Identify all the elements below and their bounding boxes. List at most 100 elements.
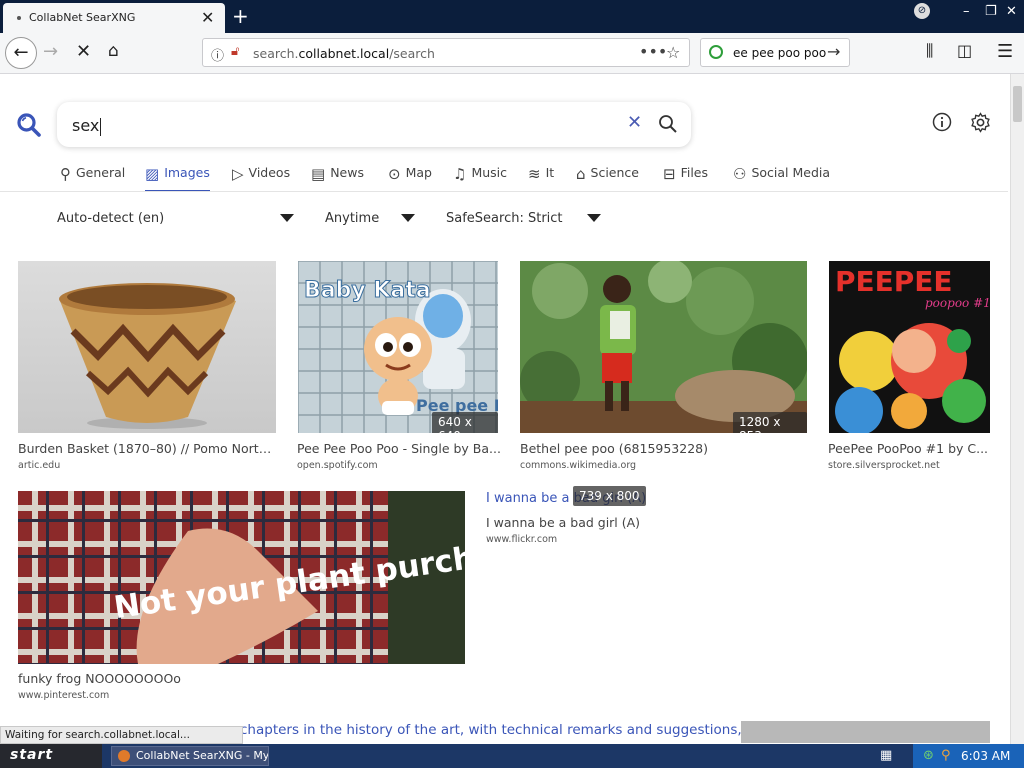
tab-label: Videos <box>248 165 291 180</box>
close-window-button[interactable]: ✕ <box>1006 4 1017 19</box>
tab-general[interactable]: ⚲ General <box>60 165 125 183</box>
map-pin-icon: ⊙ <box>388 165 401 183</box>
safesearch-dropdown-arrow-icon[interactable] <box>587 214 601 222</box>
result-title[interactable]: funky frog NOOOOOOOOo <box>18 671 278 686</box>
language-dropdown-arrow-icon[interactable] <box>280 214 294 222</box>
graduation-cap-icon: ⌂ <box>576 165 586 183</box>
result-image-funky-frog[interactable]: Not your plant purchase? <box>18 491 465 664</box>
library-icon[interactable]: ⫼ <box>926 41 933 61</box>
partial-result-image[interactable] <box>741 721 990 743</box>
settings-gear-icon[interactable] <box>970 112 991 137</box>
image-size-badge: 1280 x 853 <box>733 412 807 433</box>
poopoo-comic-subtitle-text: poopoo #1 <box>925 296 990 310</box>
result-title[interactable]: Pee Pee Poo Poo - Single by Ba... <box>297 441 501 456</box>
clock: 6:03 AM <box>961 749 1011 763</box>
tab-map[interactable]: ⊙ Map <box>388 165 432 183</box>
tab-loading-dot-icon <box>17 16 21 20</box>
result-image-bethel[interactable]: 1280 x 853 <box>520 261 807 433</box>
restore-window-button[interactable]: ❐ <box>985 4 997 19</box>
home-button[interactable]: ⌂ <box>108 41 119 61</box>
time-filter[interactable]: Anytime <box>325 211 379 226</box>
firefox-icon <box>118 750 130 762</box>
new-tab-button[interactable]: + <box>232 4 249 28</box>
insecure-lock-icon[interactable]: 🔓︎ <box>231 44 239 59</box>
language-filter[interactable]: Auto-detect (en) <box>57 211 164 226</box>
search-input[interactable]: sex <box>72 116 102 136</box>
system-tray: ⊛ ⚲ 6:03 AM <box>913 744 1024 768</box>
search-icon: ⚲ <box>60 165 71 183</box>
searxng-logo-icon[interactable] <box>16 112 42 142</box>
result-source: www.flickr.com <box>486 534 558 545</box>
back-button[interactable]: ← <box>5 37 37 69</box>
result-source: open.spotify.com <box>297 460 378 471</box>
result-source: commons.wikimedia.org <box>520 460 637 471</box>
stop-loading-button[interactable]: ✕ <box>76 41 91 62</box>
time-dropdown-arrow-icon[interactable] <box>401 214 415 222</box>
result-title[interactable]: Burden Basket (1870–80) // Pomo Norther.… <box>18 441 276 456</box>
tab-label: Files <box>680 165 709 180</box>
url-text[interactable]: search.collabnet.local/search <box>253 46 435 61</box>
search-tray-icon[interactable]: ⚲ <box>941 748 951 763</box>
tab-files[interactable]: ⊟ Files <box>663 165 708 183</box>
music-note-icon: ♫ <box>453 165 467 183</box>
network-icon[interactable]: ⊛ <box>923 748 934 763</box>
tab-videos[interactable]: ▷ Videos <box>232 165 290 183</box>
info-icon[interactable] <box>932 112 952 136</box>
scrollbar-thumb[interactable] <box>1013 86 1022 122</box>
forward-button[interactable]: → <box>43 41 58 62</box>
tab-music[interactable]: ♫ Music <box>453 165 507 183</box>
bookmark-star-icon[interactable]: ☆ <box>666 43 680 62</box>
image-size-badge: 640 x 640 <box>432 412 498 433</box>
task-label: CollabNet SearXNG - My... <box>136 749 269 762</box>
tab-label: Images <box>164 165 210 180</box>
safesearch-filter[interactable]: SafeSearch: Strict <box>446 211 563 226</box>
browser-tab[interactable]: CollabNet SearXNG ✕ <box>3 3 225 33</box>
search-engine-icon[interactable] <box>709 45 723 59</box>
play-icon: ▷ <box>232 165 244 183</box>
tab-social-media[interactable]: ⚇ Social Media <box>733 165 830 183</box>
site-info-icon[interactable]: ⓘ <box>211 45 224 64</box>
taskbar-window-button[interactable]: CollabNet SearXNG - My... <box>111 746 269 766</box>
tab-label: Music <box>471 165 508 180</box>
files-icon: ⊟ <box>663 165 676 183</box>
language-filter-label: Auto-detect (en) <box>57 211 165 226</box>
stack-icon: ≋ <box>528 165 541 183</box>
result-title[interactable]: Bethel pee poo (6815953228) <box>520 441 807 456</box>
clear-search-icon[interactable]: ✕ <box>627 112 642 133</box>
search-submit-icon[interactable] <box>658 114 678 138</box>
page-actions-icon[interactable]: ••• <box>639 42 667 61</box>
browser-search-bar[interactable]: ee pee poo poo → <box>700 38 850 67</box>
loading-status-text: Waiting for search.collabnet.local... <box>0 726 243 744</box>
vertical-scrollbar[interactable] <box>1010 74 1024 744</box>
sidebar-toggle-icon[interactable]: ◫ <box>957 41 972 60</box>
result-image-baby-kata[interactable]: Baby Kata Pee pee Po 640 x 640 <box>298 261 498 433</box>
result-title[interactable]: I wanna be a bad girl (A) <box>486 515 746 530</box>
browser-search-text[interactable]: ee pee poo poo <box>733 46 826 60</box>
tab-science[interactable]: ⌂ Science <box>576 165 639 183</box>
category-divider <box>0 191 1008 192</box>
result-source: www.pinterest.com <box>18 690 110 701</box>
tab-label: Map <box>405 165 432 180</box>
result-snippet-text[interactable]: chapters in the history of the art, with… <box>240 722 742 738</box>
result-source: artic.edu <box>18 460 61 471</box>
url-bar[interactable]: ⓘ 🔓︎ search.collabnet.local/search ••• ☆ <box>202 38 690 67</box>
people-icon: ⚇ <box>733 165 747 183</box>
tab-label: It <box>545 165 555 180</box>
tab-it[interactable]: ≋ It <box>528 165 554 183</box>
search-box[interactable]: sex ✕ <box>57 102 691 147</box>
tab-title: CollabNet SearXNG <box>29 11 136 24</box>
result-title[interactable]: PeePee PooPoo #1 by C... <box>828 441 990 456</box>
result-image-peepee-comic[interactable]: PEEPEE poopoo #1 <box>829 261 990 433</box>
start-button[interactable]: start <box>0 744 102 768</box>
search-go-arrow-icon[interactable]: → <box>827 42 840 61</box>
minimize-window-button[interactable]: – <box>963 4 970 19</box>
tab-label: News <box>330 165 364 180</box>
tab-news[interactable]: ▤ News <box>311 165 364 183</box>
tab-label: Science <box>590 165 639 180</box>
result-image-basket[interactable] <box>18 261 276 433</box>
keyboard-icon[interactable]: ▦ <box>880 748 892 763</box>
tab-images[interactable]: ▨ Images <box>145 165 210 192</box>
hamburger-menu-icon[interactable]: ☰ <box>997 41 1013 62</box>
start-label: start <box>10 747 54 763</box>
tab-close-icon[interactable]: ✕ <box>201 8 214 27</box>
